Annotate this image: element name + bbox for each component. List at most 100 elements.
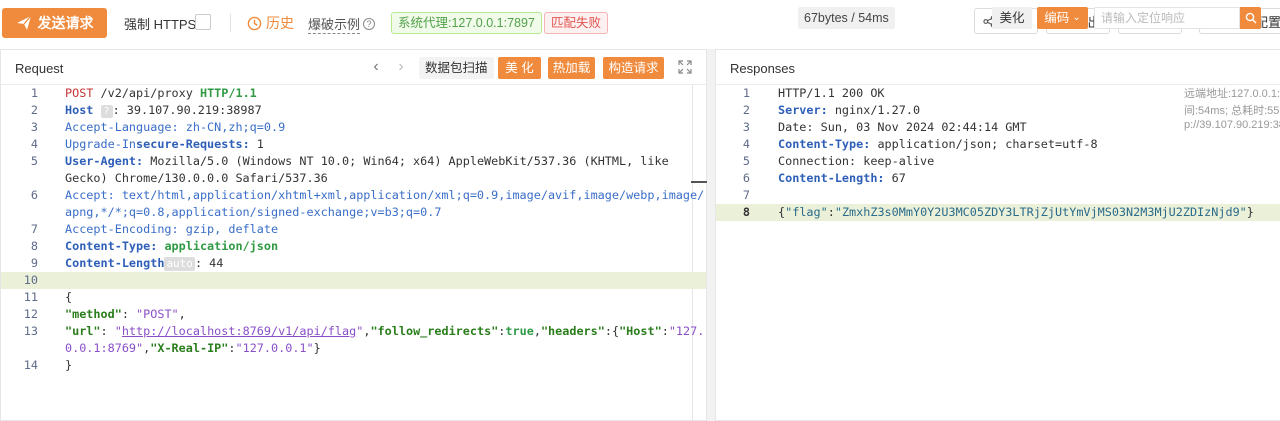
upgrade-value: 1: [249, 137, 264, 151]
json-comma: ,: [178, 307, 186, 321]
json-brace-close: }: [65, 358, 73, 372]
content-length-key: Content-Length: [65, 256, 165, 270]
line-number: 10: [23, 273, 38, 287]
response-beautify-button[interactable]: 美化: [992, 7, 1032, 29]
http-method: POST: [65, 86, 94, 100]
panel-splitter[interactable]: [707, 49, 715, 421]
system-proxy-badge: 系统代理:127.0.0.1:7897: [391, 12, 542, 34]
request-editor[interactable]: 1 POST /v2/api/proxy HTTP/1.1 2 Host ?: …: [1, 85, 706, 420]
line-number: 4: [30, 137, 38, 151]
line-number: 1: [742, 86, 750, 100]
json-comma: ,: [533, 324, 541, 338]
locate-response-input[interactable]: [1094, 7, 1240, 29]
force-https-label: 强制 HTTPS: [124, 17, 197, 32]
remote-address-info: 远端地址:127.0.0.1:78: [1184, 88, 1280, 100]
content-type-key: Content-Type:: [778, 137, 871, 151]
expand-icon[interactable]: [678, 60, 692, 74]
json-colon: :: [661, 324, 669, 338]
response-header: Responses: [716, 50, 1280, 85]
content-type-value: application/json; charset=utf-8: [870, 137, 1098, 151]
locate-search-button[interactable]: [1240, 7, 1261, 29]
json-brace-open: {: [65, 290, 73, 304]
crack-example-label: 爆破示例: [308, 14, 361, 34]
packet-scan-button[interactable]: 数据包扫描: [419, 57, 494, 79]
content-length-value: 67: [884, 171, 906, 185]
next-arrow-icon[interactable]: ›: [394, 59, 408, 75]
server-key: Server:: [778, 103, 828, 117]
response-size-badge: 67bytes / 54ms: [798, 7, 895, 29]
hot-load-button[interactable]: 热加载: [548, 57, 595, 79]
top-toolbar: 发送请求 强制 HTTPS 历史 爆破示例 ? 系统代理:127.0.0.1:7…: [0, 0, 1280, 46]
send-request-label: 发送请求: [37, 15, 94, 31]
line-number: 13: [23, 324, 38, 338]
divider: [230, 14, 231, 32]
content-type-header: Content-Type: application/json; charset=…: [778, 136, 1098, 153]
connection-header: Connection: keep-alive: [778, 154, 935, 168]
line-number: 2: [742, 103, 750, 117]
scrollbar-thumb[interactable]: [691, 181, 707, 183]
match-status-badge: 匹配失败: [544, 12, 609, 34]
upgrade-insecure-header: Upgrade-Insecure-Requests: 1: [65, 136, 264, 153]
content-type-value: application/json: [157, 239, 279, 253]
flag-key: "flag": [785, 205, 828, 219]
json-xrealip-key: "X-Real-IP": [150, 341, 229, 355]
http-protocol: HTTP/1.1: [199, 86, 257, 100]
content-length-header: Content-Length: 67: [778, 170, 906, 187]
send-icon: [16, 15, 31, 30]
accept-header-wrap: apng,*/*;q=0.8,application/signed-exchan…: [65, 205, 442, 219]
user-agent-value-wrap: Gecko) Chrome/130.0.0.0 Safari/537.36: [65, 171, 328, 185]
json-host-key: "Host": [619, 324, 662, 338]
previous-arrow-icon[interactable]: ‹: [369, 59, 383, 75]
upgrade-key-part: Upgrade-In: [65, 137, 137, 151]
json-host-value: "127.: [668, 324, 705, 338]
chevron-down-icon: ⌄: [1072, 12, 1081, 23]
line-number: 5: [30, 154, 38, 168]
request-path: /v2/api/proxy: [93, 86, 200, 100]
json-xrealip-value: "127.0.0.1": [235, 341, 314, 355]
json-method-value: "POST": [136, 307, 179, 321]
encode-dropdown[interactable]: 编码 ⌄: [1037, 7, 1088, 29]
host-header: Host ?: 39.107.90.219:38987: [65, 102, 262, 119]
line-number: 12: [23, 307, 38, 321]
search-icon: [1245, 12, 1256, 24]
timing-info: 间:54ms; 总耗时:55m: [1184, 105, 1280, 117]
server-header: Server: nginx/1.27.0: [778, 102, 920, 119]
beautify-button[interactable]: 美 化: [498, 57, 541, 79]
line-number: 14: [23, 358, 38, 372]
response-title: Responses: [730, 61, 796, 76]
history-button[interactable]: 历史: [247, 13, 294, 33]
json-method-key: "method": [65, 307, 122, 321]
user-agent-key: User-Agent:: [65, 154, 144, 168]
line-number: 7: [30, 222, 38, 236]
content-length-key: Content-Length:: [778, 171, 885, 185]
line-number: 3: [742, 120, 750, 134]
request-panel: Request ‹ › 数据包扫描 美 化 热加载 构造请求 1 POST /v…: [0, 49, 707, 421]
content-type-header: Content-Type: application/json: [65, 238, 278, 255]
host-key: Host: [65, 103, 94, 117]
json-object-open: :{: [604, 324, 620, 338]
crack-example-link[interactable]: 爆破示例 ?: [308, 14, 376, 34]
force-https-checkbox[interactable]: [195, 14, 211, 30]
line-number: 5: [742, 154, 750, 168]
server-value: nginx/1.27.0: [827, 103, 921, 117]
line-number: 11: [23, 290, 38, 304]
construct-request-button[interactable]: 构造请求: [603, 57, 664, 79]
content-length-header: Content-Length auto: 44: [65, 255, 223, 272]
upgrade-key-part-bold: secure-Requests:: [136, 137, 250, 151]
line-number: 4: [742, 137, 750, 151]
response-editor[interactable]: 1 HTTP/1.1 200 OK 2 Server: nginx/1.27.0…: [716, 85, 1280, 420]
accept-header: Accept: text/html,application/xhtml+xml,…: [65, 188, 705, 202]
json-separator: :: [121, 307, 137, 321]
send-request-button[interactable]: 发送请求: [2, 8, 107, 38]
auto-badge[interactable]: auto: [164, 257, 195, 271]
json-method-line: "method": "POST",: [65, 306, 186, 323]
line-number: 6: [30, 188, 38, 202]
json-url-value[interactable]: http://localhost:8769/v1/api/flag: [122, 324, 356, 338]
date-header: Date: Sun, 03 Nov 2024 02:44:14 GMT: [778, 120, 1027, 134]
content-type-key: Content-Type:: [65, 239, 158, 253]
host-help-badge[interactable]: ?: [100, 105, 113, 118]
json-brace-close: }: [1246, 205, 1254, 219]
encode-label: 编码: [1044, 11, 1070, 25]
json-colon: :: [228, 341, 236, 355]
json-quote: ": [114, 324, 122, 338]
